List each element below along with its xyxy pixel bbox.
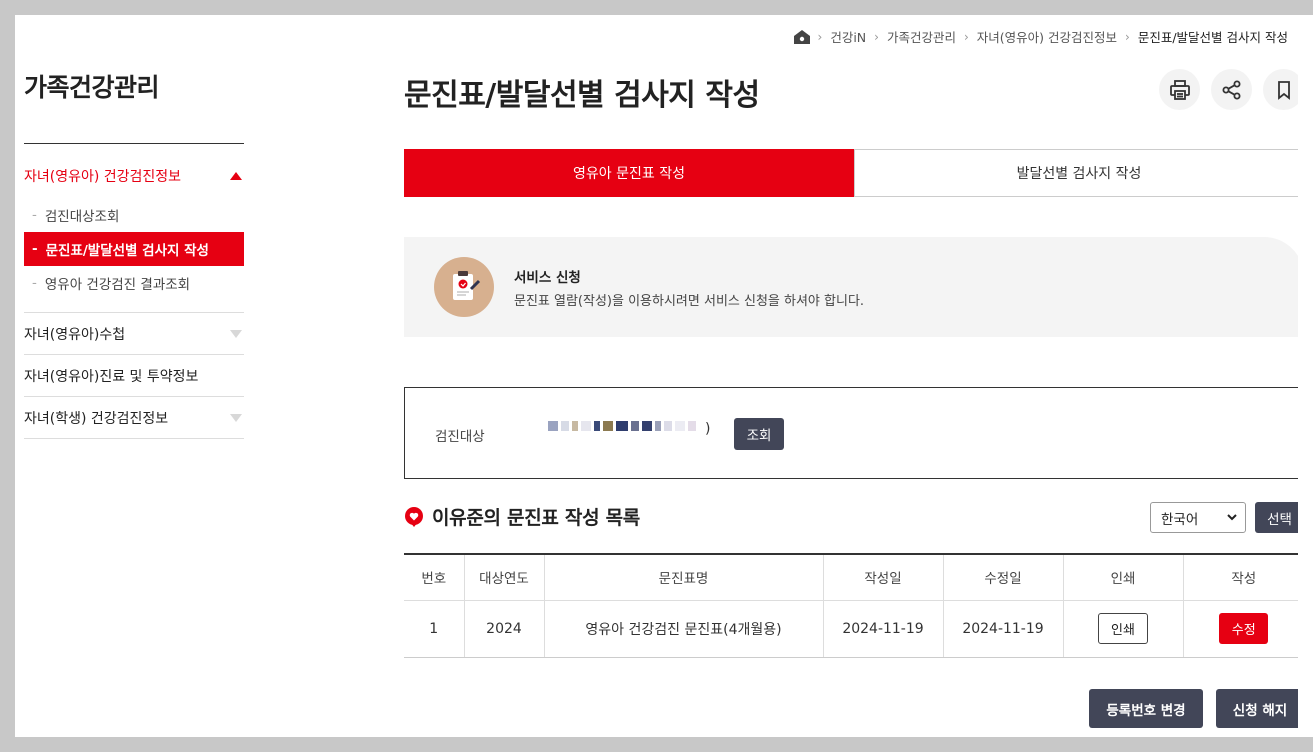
sidebar-group-head[interactable]: 자녀(영유아)진료 및 투약정보 xyxy=(24,355,244,396)
closing-paren: ) xyxy=(705,421,711,437)
chevron-right-icon: › xyxy=(963,29,969,44)
share-button[interactable] xyxy=(1211,69,1252,110)
breadcrumb: › 건강iN › 가족건강관리 › 자녀(영유아) 건강검진정보 › 문진표/발… xyxy=(793,27,1288,46)
cell-name: 영유아 건강검진 문진표(4개월용) xyxy=(544,600,824,658)
heart-pin-icon xyxy=(405,506,423,527)
cell-year: 2024 xyxy=(464,600,545,658)
service-notice: 서비스 신청 문진표 열람(작성)을 이용하시려면 서비스 신청을 하셔야 합니… xyxy=(404,237,1304,337)
breadcrumb-item[interactable]: 건강iN xyxy=(830,27,866,46)
sidebar-sub-list: - 검진대상조회 - 문진표/발달선별 검사지 작성 - 영유아 건강검진 결과… xyxy=(24,196,244,312)
triangle-up-icon xyxy=(230,171,242,180)
tab-development-screening[interactable]: 발달선별 검사지 작성 xyxy=(854,149,1304,197)
language-select-value: 한국어 xyxy=(1161,511,1199,528)
questionnaire-table: 번호 대상연도 문진표명 작성일 수정일 인쇄 작성 1 2024 영유아 건강… xyxy=(404,553,1304,658)
chevron-right-icon: › xyxy=(1125,29,1130,44)
page-title: 문진표/발달선별 검사지 작성 xyxy=(404,78,760,113)
row-edit-button[interactable]: 수정 xyxy=(1219,613,1269,644)
cell-no: 1 xyxy=(404,600,465,658)
sidebar-item-label: 검진대상조회 xyxy=(44,209,120,225)
column-header: 인쇄 xyxy=(1063,554,1184,601)
sidebar-group-label: 자녀(학생) 건강검진정보 xyxy=(24,410,169,427)
dash-icon: - xyxy=(32,275,37,291)
list-title: 이유준의 문진표 작성 목록 xyxy=(432,507,640,529)
breadcrumb-item[interactable]: 가족건강관리 xyxy=(887,27,956,46)
notice-title: 서비스 신청 xyxy=(514,270,581,286)
scrollbar[interactable] xyxy=(1298,15,1313,737)
page: › 건강iN › 가족건강관리 › 자녀(영유아) 건강검진정보 › 문진표/발… xyxy=(15,15,1304,737)
cell-print: 인쇄 xyxy=(1063,600,1184,658)
sidebar-item-label: 영유아 건강검진 결과조회 xyxy=(44,277,191,293)
table-row: 1 2024 영유아 건강검진 문진표(4개월용) 2024-11-19 202… xyxy=(404,600,1304,658)
cell-created: 2024-11-19 xyxy=(823,600,944,658)
column-header: 문진표명 xyxy=(544,554,824,601)
sidebar-title: 가족건강관리 xyxy=(24,73,160,102)
column-header: 작성일 xyxy=(823,554,944,601)
sidebar-group-label: 자녀(영유아)진료 및 투약정보 xyxy=(24,368,199,385)
tab-infant-questionnaire[interactable]: 영유아 문진표 작성 xyxy=(404,149,854,197)
sidebar-group-head[interactable]: 자녀(학생) 건강검진정보 xyxy=(24,397,244,438)
sidebar-item-checkup-target[interactable]: - 검진대상조회 xyxy=(24,198,244,232)
sidebar-menu: 자녀(영유아) 건강검진정보 - 검진대상조회 - 문진표/발달선별 검사지 작… xyxy=(24,155,244,439)
table-header-row: 번호 대상연도 문진표명 작성일 수정일 인쇄 작성 xyxy=(404,554,1304,601)
sidebar-item-result[interactable]: - 영유아 건강검진 결과조회 xyxy=(24,266,244,300)
language-apply-button[interactable]: 선택 xyxy=(1255,502,1304,533)
cancel-service-button[interactable]: 신청 해지 xyxy=(1216,689,1304,728)
sidebar-item-label: 문진표/발달선별 검사지 작성 xyxy=(45,243,209,259)
chevron-right-icon: › xyxy=(874,29,879,44)
clipboard-heart-icon xyxy=(434,257,494,317)
change-registration-button[interactable]: 등록번호 변경 xyxy=(1089,689,1203,728)
query-button[interactable]: 조회 xyxy=(734,418,784,450)
cell-edit: 수정 xyxy=(1183,600,1304,658)
column-header: 대상연도 xyxy=(464,554,545,601)
sidebar-group-child-treatment: 자녀(영유아)진료 및 투약정보 xyxy=(24,355,244,397)
search-panel: 검진대상 ) 조회 xyxy=(404,387,1304,479)
row-print-button[interactable]: 인쇄 xyxy=(1098,613,1148,644)
sidebar-group-label: 자녀(영유아) 건강검진정보 xyxy=(24,168,182,185)
print-button[interactable] xyxy=(1159,69,1200,110)
cell-modified: 2024-11-19 xyxy=(943,600,1064,658)
dash-icon: - xyxy=(32,207,37,223)
sidebar-group-child-handbook: 자녀(영유아)수첩 xyxy=(24,313,244,355)
sidebar-group-student-checkup: 자녀(학생) 건강검진정보 xyxy=(24,397,244,439)
sidebar-group-label: 자녀(영유아)수첩 xyxy=(24,326,126,343)
notice-description: 문진표 열람(작성)을 이용하시려면 서비스 신청을 하셔야 합니다. xyxy=(514,294,865,309)
print-icon xyxy=(1169,79,1190,100)
sidebar-group-head[interactable]: 자녀(영유아)수첩 xyxy=(24,313,244,354)
dash-icon: - xyxy=(32,241,38,257)
column-header: 작성 xyxy=(1183,554,1304,601)
divider xyxy=(24,143,244,144)
column-header: 번호 xyxy=(404,554,465,601)
share-icon xyxy=(1222,80,1240,99)
triangle-down-icon xyxy=(230,329,242,338)
chevron-right-icon: › xyxy=(817,29,823,44)
language-select[interactable]: 한국어 xyxy=(1150,502,1246,533)
breadcrumb-current: 문진표/발달선별 검사지 작성 xyxy=(1137,30,1288,45)
sidebar-item-questionnaire[interactable]: - 문진표/발달선별 검사지 작성 xyxy=(24,232,244,266)
sidebar-group-child-checkup: 자녀(영유아) 건강검진정보 - 검진대상조회 - 문진표/발달선별 검사지 작… xyxy=(24,155,244,313)
tab-bar: 영유아 문진표 작성 발달선별 검사지 작성 xyxy=(404,149,1304,197)
chevron-down-icon xyxy=(1227,514,1237,521)
home-icon[interactable] xyxy=(793,29,810,44)
bookmark-icon xyxy=(1277,80,1290,100)
masked-registration-number: ) xyxy=(548,421,711,437)
column-header: 수정일 xyxy=(943,554,1064,601)
breadcrumb-item[interactable]: 자녀(영유아) 건강검진정보 xyxy=(977,27,1117,46)
list-header: 이유준의 문진표 작성 목록 xyxy=(404,503,640,530)
sidebar-group-head[interactable]: 자녀(영유아) 건강검진정보 xyxy=(24,155,244,196)
triangle-down-icon xyxy=(230,413,242,422)
search-label: 검진대상 xyxy=(435,429,485,445)
